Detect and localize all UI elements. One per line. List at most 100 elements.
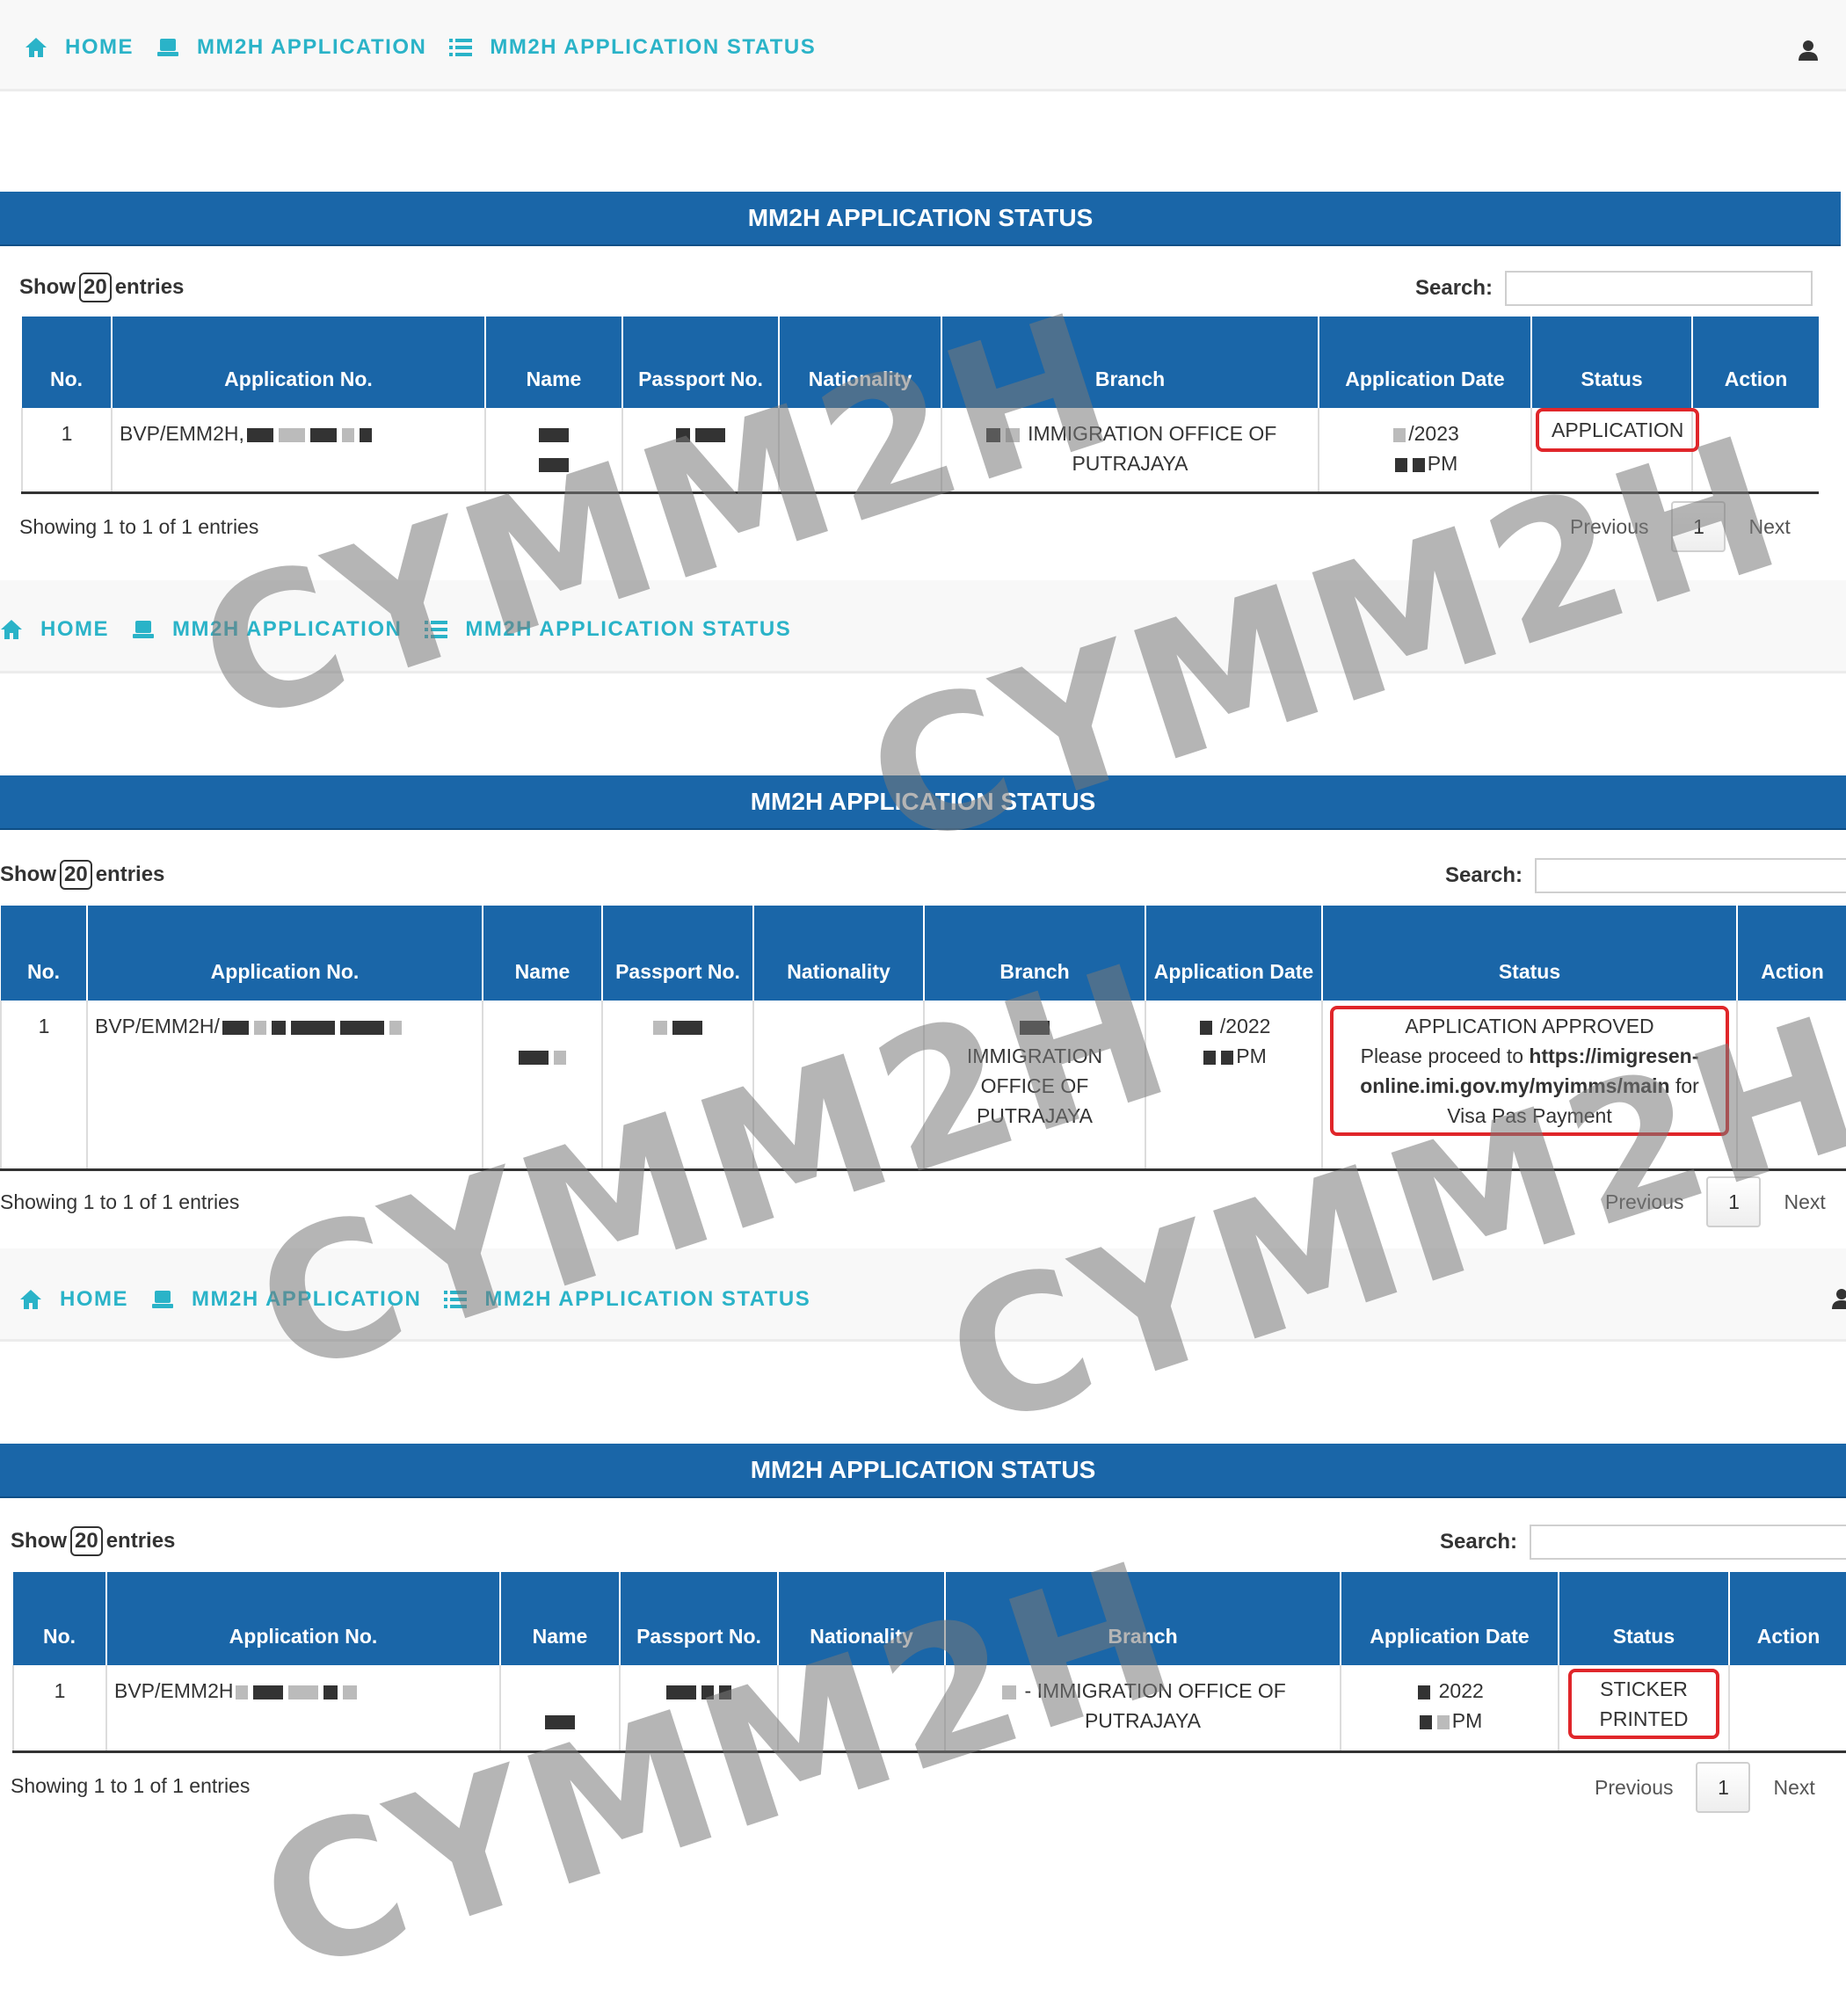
breadcrumb-status-label: MM2H APPLICATION STATUS [465, 617, 792, 641]
breadcrumb-application-label: MM2H APPLICATION [192, 1287, 422, 1311]
cell-name [499, 1665, 620, 1751]
home-icon [20, 1290, 41, 1309]
entries-label: entries [95, 862, 165, 886]
col-passport-no[interactable]: Passport No. [601, 906, 753, 1001]
panel-3-show-entries: Show 20 entries [11, 1526, 175, 1556]
search-input[interactable] [1505, 271, 1813, 306]
search-input[interactable] [1530, 1525, 1846, 1560]
home-icon [1, 620, 22, 639]
col-branch[interactable]: Branch [941, 317, 1319, 408]
cell-branch: IMMIGRATION OFFICE OF PUTRAJAYA [941, 408, 1319, 492]
col-action[interactable]: Action [1691, 317, 1819, 408]
panel-1-header: MM2H APPLICATION STATUS [0, 192, 1841, 246]
panel-1-showing: Showing 1 to 1 of 1 entries [19, 515, 259, 538]
entries-select[interactable]: 20 [70, 1526, 103, 1556]
next-button[interactable]: Next [1748, 515, 1790, 539]
col-name[interactable]: Name [499, 1572, 620, 1665]
col-no[interactable]: No. [13, 1572, 106, 1665]
cell-application-date: /2022 PM [1145, 1001, 1322, 1169]
panel-2-header: MM2H APPLICATION STATUS [0, 775, 1846, 830]
status-badge: APPLICATION APPROVED Please proceed to h… [1330, 1006, 1729, 1136]
col-application-date[interactable]: Application Date [1318, 317, 1531, 408]
breadcrumb-application-label: MM2H APPLICATION [172, 617, 403, 641]
breadcrumb-home[interactable]: HOME [0, 617, 109, 642]
search-input[interactable] [1535, 858, 1846, 893]
panel-3-pagination: Previous 1 Next [1595, 1762, 1815, 1813]
col-action[interactable]: Action [1728, 1572, 1846, 1665]
breadcrumb-home-label: HOME [65, 35, 134, 59]
user-icon[interactable] [1830, 1287, 1846, 1310]
cell-no: 1 [21, 408, 112, 492]
breadcrumb-application[interactable]: MM2H APPLICATION [151, 1287, 421, 1312]
breadcrumb: HOME MM2H APPLICATION MM2H APPLICATION S… [19, 1287, 833, 1312]
panel-1-pagination: Previous 1 Next [1570, 501, 1791, 552]
col-application-no[interactable]: Application No. [86, 906, 483, 1001]
col-passport-no[interactable]: Passport No. [621, 317, 779, 408]
col-application-date[interactable]: Application Date [1145, 906, 1322, 1001]
panel-1-table: No. Application No. Name Passport No. Na… [21, 317, 1819, 494]
breadcrumb-application[interactable]: MM2H APPLICATION [132, 617, 402, 642]
breadcrumb-home[interactable]: HOME [19, 1287, 128, 1312]
col-status[interactable]: Status [1558, 1572, 1729, 1665]
cell-branch: - IMMIGRATION OFFICE OF PUTRAJAYA [944, 1665, 1341, 1751]
table-row: 1 BVP/EMM2H - IMMIGRATION OFFICE OF PUTR… [12, 1665, 1846, 1751]
breadcrumb-status[interactable]: MM2H APPLICATION STATUS [425, 617, 791, 642]
panel-1-show-entries: Show 20 entries [19, 273, 184, 302]
search-label: Search: [1445, 863, 1523, 887]
cell-no: 1 [12, 1665, 106, 1751]
col-name[interactable]: Name [484, 317, 622, 408]
col-no[interactable]: No. [1, 906, 87, 1001]
cell-nationality [778, 408, 941, 492]
col-name[interactable]: Name [482, 906, 602, 1001]
cell-nationality [777, 1665, 945, 1751]
panel-3-table: No. Application No. Name Passport No. Na… [12, 1572, 1846, 1753]
panel-1-search: Search: [1415, 271, 1813, 306]
page-1-button[interactable]: 1 [1706, 1176, 1762, 1227]
breadcrumb-home-label: HOME [60, 1287, 128, 1311]
col-branch[interactable]: Branch [923, 906, 1145, 1001]
application-no-text: BVP/EMM2H/ [95, 1015, 220, 1037]
cell-name [484, 408, 622, 492]
panel-2-show-entries: Show 20 entries [0, 860, 164, 890]
col-action[interactable]: Action [1736, 906, 1846, 1001]
col-status[interactable]: Status [1530, 317, 1692, 408]
previous-button[interactable]: Previous [1570, 515, 1648, 539]
next-button[interactable]: Next [1773, 1776, 1814, 1800]
breadcrumb-status-label: MM2H APPLICATION STATUS [490, 35, 817, 59]
panel-2-table: No. Application No. Name Passport No. Na… [0, 906, 1846, 1171]
entries-select[interactable]: 20 [60, 860, 92, 890]
col-status[interactable]: Status [1321, 906, 1737, 1001]
breadcrumb-application[interactable]: MM2H APPLICATION [156, 35, 426, 60]
previous-button[interactable]: Previous [1605, 1190, 1683, 1214]
breadcrumb-status-label: MM2H APPLICATION STATUS [484, 1287, 811, 1311]
top-navbar: HOME MM2H APPLICATION MM2H APPLICATION S… [0, 0, 1846, 91]
laptop-icon [157, 39, 178, 56]
laptop-icon [133, 621, 154, 638]
page-1-button[interactable]: 1 [1696, 1762, 1751, 1813]
col-no[interactable]: No. [22, 317, 112, 408]
page-1-button[interactable]: 1 [1671, 501, 1726, 552]
user-icon[interactable] [1797, 39, 1820, 62]
cell-action [1691, 408, 1819, 492]
col-passport-no[interactable]: Passport No. [619, 1572, 778, 1665]
breadcrumb-status[interactable]: MM2H APPLICATION STATUS [449, 35, 816, 60]
cell-nationality [752, 1001, 924, 1169]
col-application-no[interactable]: Application No. [105, 1572, 500, 1665]
entries-select[interactable]: 20 [79, 273, 112, 302]
col-nationality[interactable]: Nationality [778, 317, 941, 408]
list-icon [449, 39, 473, 56]
col-branch[interactable]: Branch [944, 1572, 1341, 1665]
application-no-text: BVP/EMM2H [114, 1679, 234, 1702]
panel-2-search: Search: [1445, 858, 1846, 893]
col-nationality[interactable]: Nationality [777, 1572, 945, 1665]
next-button[interactable]: Next [1784, 1190, 1825, 1214]
table-row: 1 BVP/EMM2H/ IMMIGRATION OFFICE OF PUTRA… [0, 1001, 1846, 1169]
col-application-date[interactable]: Application Date [1340, 1572, 1559, 1665]
col-nationality[interactable]: Nationality [752, 906, 924, 1001]
show-label: Show [19, 275, 76, 299]
col-application-no[interactable]: Application No. [111, 317, 485, 408]
status-badge: APPLICATION [1536, 408, 1700, 452]
breadcrumb-status[interactable]: MM2H APPLICATION STATUS [444, 1287, 810, 1312]
previous-button[interactable]: Previous [1595, 1776, 1673, 1800]
breadcrumb-home[interactable]: HOME [25, 35, 134, 60]
